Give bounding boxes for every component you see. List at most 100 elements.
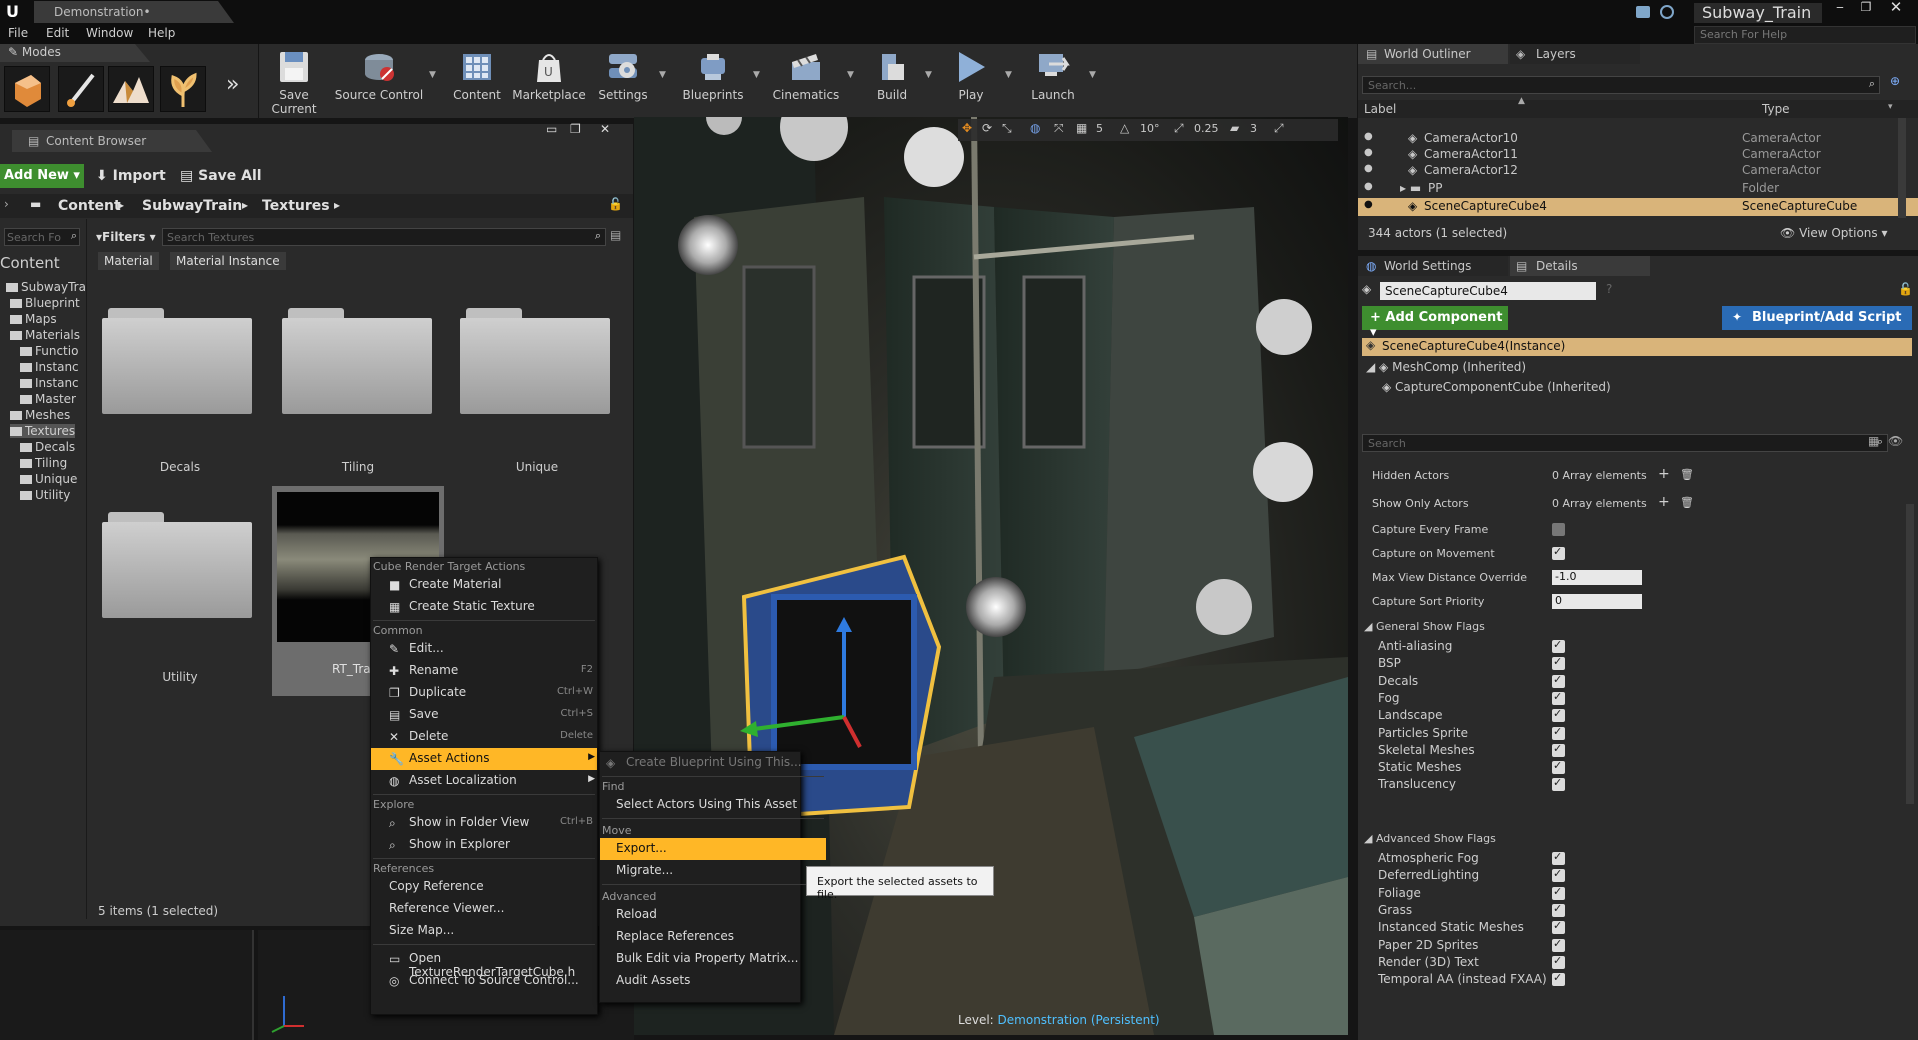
tree-item[interactable]: Functio: [20, 344, 78, 358]
show-flag-checkbox[interactable]: [1552, 919, 1565, 935]
outliner-add-icon[interactable]: ⊕: [1890, 74, 1900, 88]
document-tab[interactable]: Demonstration•: [34, 1, 234, 23]
cinematics-dropdown-icon[interactable]: ▼: [847, 70, 854, 80]
path-content[interactable]: Content: [58, 198, 121, 214]
path-subwaytrain[interactable]: SubwayTrain: [142, 198, 242, 214]
rotate-icon[interactable]: ⟳: [982, 121, 992, 135]
grid-snap-value[interactable]: 5: [1096, 122, 1103, 135]
modes-tab[interactable]: ✎ Modes: [0, 44, 150, 62]
more-modes-chevron-icon[interactable]: »: [226, 72, 252, 106]
menu-file[interactable]: File: [8, 26, 28, 40]
details-scrollbar[interactable]: [1906, 504, 1914, 804]
outliner-row[interactable]: ● ◈ CameraActor12 CameraActor: [1358, 162, 1918, 180]
maximize-viewport-icon[interactable]: ⤢: [1274, 121, 1284, 136]
outliner-scrollbar[interactable]: [1898, 118, 1906, 218]
help-search-input[interactable]: Search For Help: [1694, 26, 1916, 44]
visibility-eye-icon[interactable]: ●: [1364, 199, 1373, 210]
folder-tiling[interactable]: [282, 304, 432, 414]
reload-item[interactable]: Reload: [600, 904, 826, 926]
play-dropdown-icon[interactable]: ▼: [1005, 70, 1012, 80]
search-paths-input[interactable]: Search Fo ⌕: [4, 228, 80, 246]
create-blueprint-item[interactable]: ◈ Create Blueprint Using This...: [600, 752, 826, 774]
view-options-button[interactable]: 👁 View Options ▾: [1780, 226, 1888, 240]
launch-button[interactable]: Launch: [1019, 46, 1087, 110]
tree-item[interactable]: Master: [20, 392, 76, 406]
menu-item-delete[interactable]: ✕ Delete Delete: [371, 726, 597, 748]
component-capturecube[interactable]: ◈ CaptureComponentCube (Inherited): [1382, 380, 1611, 394]
actor-name-input[interactable]: SceneCaptureCube4: [1380, 282, 1596, 300]
cb-close-button[interactable]: ✕: [600, 122, 610, 136]
show-flag-checkbox[interactable]: [1552, 707, 1565, 723]
show-flag-checkbox[interactable]: [1552, 902, 1565, 917]
cb-maximize-button[interactable]: ❐: [570, 122, 581, 136]
menu-item-connect-to-source-control[interactable]: ◎ Connect To Source Control...: [371, 970, 597, 992]
tree-item[interactable]: Meshes: [10, 408, 70, 422]
path-textures[interactable]: Textures: [262, 198, 330, 214]
menu-item-asset-localization[interactable]: ◍ Asset Localization ▶: [371, 770, 597, 792]
world-local-icon[interactable]: ◍: [1030, 121, 1040, 135]
camera-speed-icon[interactable]: ▰: [1230, 121, 1239, 135]
menu-item-copy-reference[interactable]: Copy Reference: [371, 876, 597, 898]
scale-icon[interactable]: ⤡: [1002, 121, 1012, 136]
menu-window[interactable]: Window: [86, 26, 133, 40]
menu-edit[interactable]: Edit: [46, 26, 69, 40]
folder-unique[interactable]: [460, 304, 610, 414]
save-all-button[interactable]: ▤ Save All: [180, 168, 262, 184]
property-checkbox[interactable]: [1552, 545, 1565, 560]
col-label[interactable]: Label: [1364, 102, 1396, 116]
add-element-icon[interactable]: +: [1658, 466, 1670, 482]
unreal-logo-icon[interactable]: U: [6, 2, 24, 22]
add-component-button[interactable]: + Add Component ▾: [1362, 306, 1508, 340]
settings-dropdown-icon[interactable]: ▼: [659, 70, 666, 80]
menu-item-create-material[interactable]: ■ Create Material: [371, 574, 597, 596]
col-type[interactable]: Type: [1762, 102, 1790, 116]
bulk-edit-item[interactable]: Bulk Edit via Property Matrix...: [600, 948, 826, 970]
component-meshcomp[interactable]: ◢ ◈ MeshComp (Inherited): [1366, 360, 1526, 374]
landscape-mode-button[interactable]: [108, 66, 154, 112]
menu-item-show-in-explorer[interactable]: ⌕ Show in Explorer: [371, 834, 597, 856]
details-tab[interactable]: Details: [1510, 256, 1650, 276]
show-flag-checkbox[interactable]: [1552, 867, 1565, 883]
cb-minimize-button[interactable]: ▭: [546, 122, 557, 136]
visibility-eye-icon[interactable]: ●: [1364, 163, 1373, 174]
translate-icon[interactable]: ✥: [962, 121, 972, 135]
content-button[interactable]: Content: [445, 46, 509, 110]
grid-snap-icon[interactable]: ▦: [1076, 121, 1087, 135]
show-flag-checkbox[interactable]: [1552, 725, 1565, 740]
menu-item-size-map[interactable]: Size Map...: [371, 920, 597, 942]
layers-tab[interactable]: Layers: [1510, 44, 1640, 64]
show-flag-checkbox[interactable]: [1552, 885, 1565, 900]
show-flag-checkbox[interactable]: [1552, 742, 1565, 757]
tree-item[interactable]: Utility: [20, 488, 70, 502]
world-settings-tab[interactable]: World Settings: [1358, 256, 1508, 276]
show-flags-header[interactable]: ◢ Advanced Show Flags: [1364, 832, 1496, 845]
replace-references-item[interactable]: Replace References: [600, 926, 826, 948]
select-actors-item[interactable]: Select Actors Using This Asset: [600, 794, 826, 816]
menu-item-edit[interactable]: ✎ Edit...: [371, 638, 597, 660]
search-textures-input[interactable]: Search Textures ⌕: [162, 228, 606, 246]
show-flag-checkbox[interactable]: [1552, 850, 1565, 865]
export-item[interactable]: Export...: [600, 838, 826, 860]
scale-snap-icon[interactable]: ⤢: [1174, 121, 1184, 136]
audit-assets-item[interactable]: Audit Assets: [600, 970, 826, 992]
tree-item[interactable]: Materials: [10, 328, 80, 342]
tree-item[interactable]: SubwayTra: [6, 280, 86, 294]
column-options-icon[interactable]: ▾: [1888, 102, 1893, 112]
help-icon[interactable]: ?: [1606, 282, 1612, 296]
rotation-snap-icon[interactable]: △: [1120, 121, 1129, 135]
menu-item-reference-viewer[interactable]: Reference Viewer...: [371, 898, 597, 920]
property-number-input[interactable]: -1.0: [1552, 570, 1642, 585]
tree-item[interactable]: Instanc: [20, 360, 79, 374]
blueprint-add-script-button[interactable]: Blueprint/Add Script: [1722, 306, 1912, 330]
show-flag-checkbox[interactable]: [1552, 776, 1565, 792]
surface-snap-icon[interactable]: ⤧: [1054, 121, 1064, 136]
trash-icon[interactable]: 🗑: [1680, 496, 1694, 509]
marketplace-button[interactable]: U Marketplace: [511, 46, 587, 110]
settings-button[interactable]: Settings: [589, 46, 657, 110]
property-checkbox[interactable]: [1552, 523, 1565, 536]
menu-help[interactable]: Help: [148, 26, 175, 40]
menu-item-duplicate[interactable]: ❐ Duplicate Ctrl+W: [371, 682, 597, 704]
visibility-eye-icon[interactable]: ●: [1364, 181, 1373, 192]
close-button[interactable]: ✕: [1886, 0, 1906, 16]
save-search-icon[interactable]: ▤: [610, 228, 621, 242]
